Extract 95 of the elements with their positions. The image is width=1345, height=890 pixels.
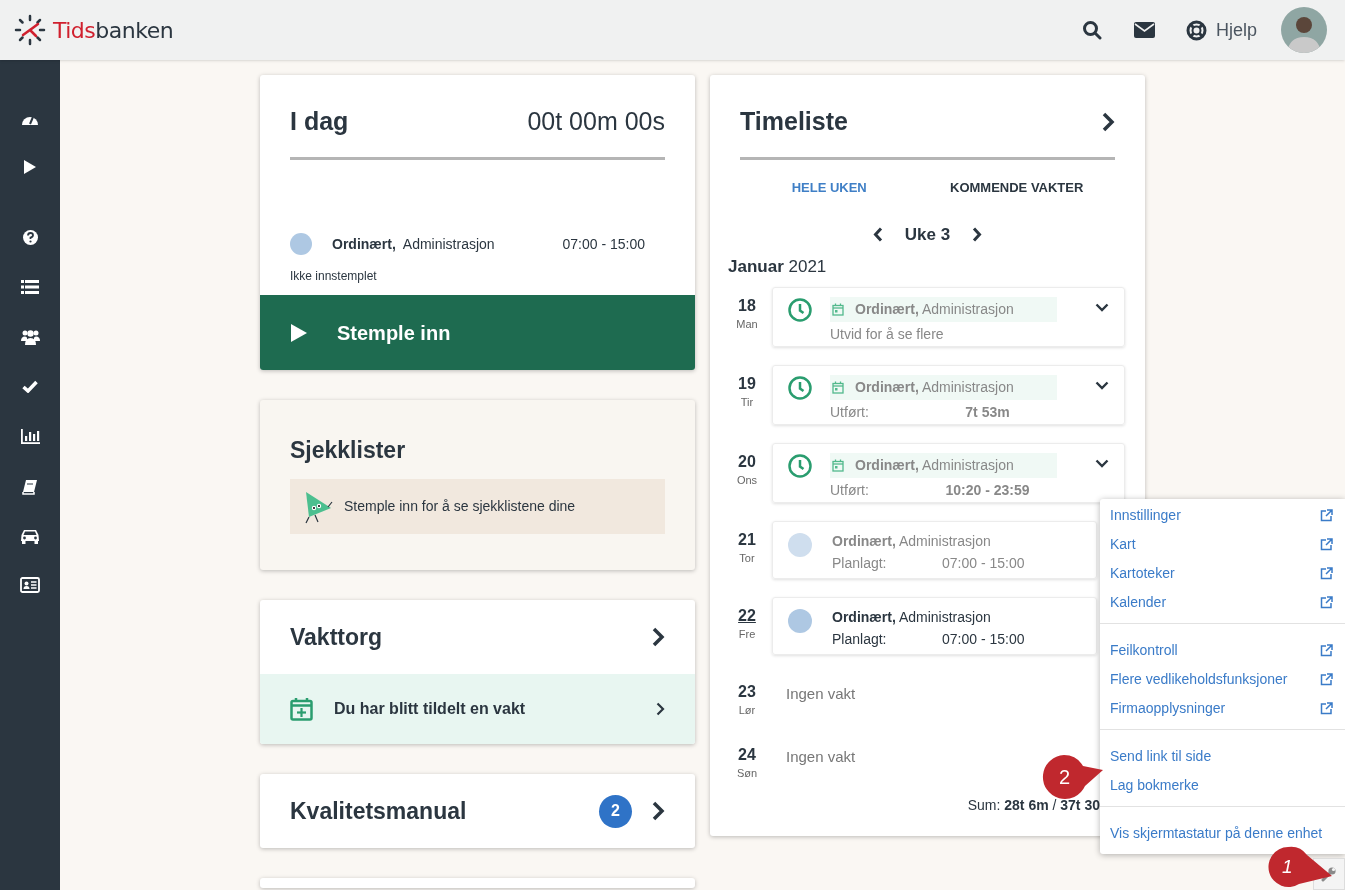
chevron-left-icon[interactable] xyxy=(872,227,883,243)
notification-text: Du har blitt tildelt en vakt xyxy=(334,699,526,719)
chevron-right-icon[interactable] xyxy=(1102,112,1115,132)
shift-name: Ordinært, Administrasjon xyxy=(332,234,495,254)
id-card-icon[interactable] xyxy=(20,577,40,593)
menu-item[interactable]: Kalender xyxy=(1100,588,1345,617)
detail-label: Planlagt: xyxy=(832,554,888,573)
shift-time: 07:00 - 15:00 xyxy=(562,234,645,254)
weekday: Tir xyxy=(740,395,754,410)
calendar-icon xyxy=(832,381,844,394)
shift-entry[interactable]: Ordinært, Administrasjon Utført: 10:20 - 23:59 xyxy=(772,443,1125,503)
users-icon[interactable] xyxy=(20,329,40,345)
card-title: Vakttorg xyxy=(290,622,383,652)
detail-value: 07:00 - 15:00 xyxy=(942,554,1025,573)
count-badge: 2 xyxy=(599,794,632,828)
help-icon[interactable] xyxy=(22,230,38,245)
chevron-down-icon[interactable] xyxy=(1095,303,1109,312)
detail-label: Utført: xyxy=(830,481,870,500)
calendar-icon xyxy=(832,303,844,316)
menu-item[interactable]: Kartoteker xyxy=(1100,559,1345,588)
day-number: 20 xyxy=(738,452,756,472)
logo-icon xyxy=(14,14,46,46)
tab[interactable]: KOMMENDE VAKTER xyxy=(950,178,1084,198)
weekday: Ons xyxy=(736,473,758,488)
detail-label: Planlagt: xyxy=(832,630,888,649)
expand-hint: Utvid for å se flere xyxy=(830,325,945,344)
shift-name: Ordinært, Administrasjon xyxy=(832,532,992,551)
detail-label: Utført: xyxy=(830,403,870,422)
search-icon[interactable] xyxy=(1081,20,1102,40)
card-title: Kvalitetsmanual xyxy=(290,796,467,826)
shift-name: Ordinært, Administrasjon xyxy=(832,608,992,627)
day-number: 21 xyxy=(738,530,756,550)
chevron-right-icon xyxy=(656,702,665,716)
bar-chart-icon[interactable] xyxy=(20,429,40,444)
clock-in-button[interactable]: Stemple inn xyxy=(260,295,695,370)
menu-item[interactable]: Flere vedlikeholdsfunksjoner xyxy=(1100,665,1345,694)
weekday: Lør xyxy=(738,703,756,718)
detail-value: 7t 53m xyxy=(964,403,1011,422)
menu-item[interactable]: Firmaopplysninger xyxy=(1100,694,1345,723)
shift-entry[interactable]: Ordinært, Administrasjon Planlagt: 07:00 - 15:00 xyxy=(772,521,1097,579)
chevron-right-icon[interactable] xyxy=(652,627,665,647)
clock-icon xyxy=(788,454,812,478)
clock-icon xyxy=(788,298,812,322)
week-label: Uke 3 xyxy=(904,224,951,246)
help-button[interactable]: Hjelp xyxy=(1185,16,1257,44)
menu-item[interactable]: Kart xyxy=(1100,530,1345,559)
no-shift-text: Ingen vakt xyxy=(786,684,856,704)
chevron-down-icon[interactable] xyxy=(1095,381,1109,390)
menu-item[interactable]: Vis skjermtastatur på denne enhet xyxy=(1100,819,1345,848)
card-title: Timeliste xyxy=(740,106,848,138)
shift-entry[interactable]: Ordinært, Administrasjon Utvid for å se flere xyxy=(772,287,1125,347)
info-text: Stemple inn for å se sjekklistene dine xyxy=(344,497,576,516)
chevron-right-icon[interactable] xyxy=(972,227,983,243)
menu-item[interactable]: Feilkontroll xyxy=(1100,636,1345,665)
notification-row[interactable]: Du har blitt tildelt en vakt xyxy=(260,674,695,744)
weekday: Søn xyxy=(736,766,758,781)
day-number: 19 xyxy=(738,374,756,394)
weekday: Tor xyxy=(739,551,755,566)
timer: 00t 00m 00s xyxy=(527,106,665,138)
shift-entry[interactable]: Ordinært, Administrasjon Utført: 7t 53m xyxy=(772,365,1125,425)
calendar-plus-icon xyxy=(290,697,313,721)
play-icon xyxy=(290,322,308,343)
logo-text[interactable]: Tidsbanken xyxy=(53,13,174,47)
avatar[interactable] xyxy=(1281,7,1327,53)
weekday: Man xyxy=(736,317,758,332)
detail-value: 07:00 - 15:00 xyxy=(942,630,1025,649)
lifebuoy-icon xyxy=(1185,19,1207,41)
chevron-right-icon[interactable] xyxy=(652,801,665,821)
clock-status: Ikke innstemplet xyxy=(290,268,378,285)
book-icon[interactable] xyxy=(22,479,38,495)
no-shift-text: Ingen vakt xyxy=(786,747,856,767)
day-number: 24 xyxy=(738,745,756,765)
weekday: Fre xyxy=(738,627,756,642)
calendar-icon xyxy=(832,459,844,472)
month-label: Januar 2021 xyxy=(728,255,828,278)
shift-name: Ordinært, Administrasjon xyxy=(855,300,1014,319)
day-number: 23 xyxy=(738,682,756,702)
detail-value: 10:20 - 23:59 xyxy=(944,481,1031,500)
card-title: Sjekklister xyxy=(290,436,407,461)
shift-name: Ordinært, Administrasjon xyxy=(855,378,1014,397)
day-number: 18 xyxy=(738,296,756,316)
callout-marker: 2 xyxy=(1040,754,1104,800)
shift-name: Ordinært, Administrasjon xyxy=(855,456,1014,475)
day-number: 22 xyxy=(738,606,756,626)
chevron-down-icon[interactable] xyxy=(1095,459,1109,468)
shift-entry[interactable]: Ordinært, Administrasjon Planlagt: 07:00 - 15:00 xyxy=(772,597,1097,655)
check-icon[interactable] xyxy=(22,380,38,393)
play-icon[interactable] xyxy=(23,159,37,175)
menu-item[interactable]: Innstillinger xyxy=(1100,501,1345,530)
mail-icon[interactable] xyxy=(1133,22,1155,38)
tab[interactable]: HELE UKEN xyxy=(791,178,867,198)
list-icon[interactable] xyxy=(21,280,39,294)
car-icon[interactable] xyxy=(20,528,40,544)
clock-icon xyxy=(788,376,812,400)
card-title: I dag xyxy=(290,106,349,138)
